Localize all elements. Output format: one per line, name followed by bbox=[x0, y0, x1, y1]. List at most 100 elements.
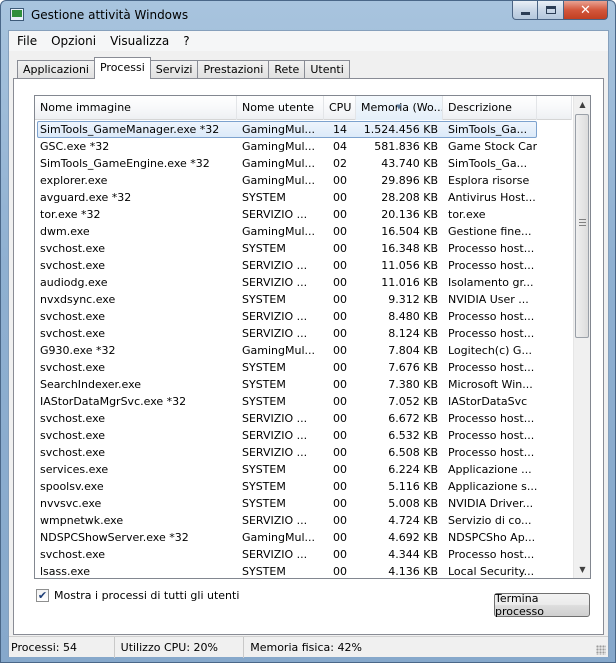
process-row[interactable]: NDSPCShowServer.exe *32 GamingMul... 00 4.6… bbox=[35, 529, 572, 546]
tab-users[interactable]: Utenti bbox=[304, 60, 350, 79]
process-user-cell: GamingMul... bbox=[242, 344, 315, 357]
process-memory-cell: 6.224 KB bbox=[388, 463, 438, 476]
process-cpu-cell: 00 bbox=[333, 276, 347, 289]
process-name-cell: SearchIndexer.exe bbox=[40, 378, 142, 391]
process-row[interactable]: IAStorDataMgrSvc.exe *32 SYSTEM 00 7.052 KB… bbox=[35, 393, 572, 410]
show-all-users-label: Mostra i processi di tutti gli utenti bbox=[54, 589, 240, 602]
column-header-user-name[interactable]: Nome utente bbox=[237, 96, 324, 120]
menu-view[interactable]: Visualizza bbox=[104, 31, 175, 51]
checkmark-icon: ✔ bbox=[37, 589, 48, 602]
process-description-cell: Logitech(c) G... bbox=[448, 344, 532, 357]
process-row[interactable]: svchost.exe SERVIZIO ... 00 8.480 KB Process… bbox=[35, 308, 572, 325]
process-user-cell: SERVIZIO ... bbox=[242, 259, 308, 272]
process-description-cell: Applicazione ... bbox=[448, 463, 532, 476]
end-process-button[interactable]: Termina processo bbox=[494, 592, 590, 618]
process-row[interactable]: audiodg.exe SERVIZIO ... 00 11.016 KB Isolam… bbox=[35, 274, 572, 291]
scroll-down-button[interactable]: ▼ bbox=[574, 561, 590, 578]
minimize-button[interactable] bbox=[512, 1, 538, 20]
arrow-down-icon: ▼ bbox=[579, 565, 586, 574]
process-name-cell: nvvsvc.exe bbox=[40, 497, 102, 510]
show-all-users-option[interactable]: ✔ Mostra i processi di tutti gli utenti bbox=[36, 589, 239, 602]
process-user-cell: SYSTEM bbox=[242, 242, 286, 255]
process-name-cell: G930.exe *32 bbox=[40, 344, 116, 357]
process-memory-cell: 7.380 KB bbox=[388, 378, 438, 391]
process-user-cell: SYSTEM bbox=[242, 497, 286, 510]
menu-options[interactable]: Opzioni bbox=[45, 31, 102, 51]
column-header-image-name[interactable]: Nome immagine bbox=[35, 96, 237, 120]
process-description-cell: NVIDIA Driver... bbox=[448, 497, 534, 510]
process-row[interactable]: tor.exe *32 SERVIZIO ... 00 20.136 KB tor.ex… bbox=[35, 206, 572, 223]
process-memory-cell: 11.056 KB bbox=[381, 259, 438, 272]
process-row[interactable]: dwm.exe GamingMul... 00 16.504 KB Gestione f… bbox=[35, 223, 572, 240]
process-cpu-cell: 00 bbox=[333, 497, 347, 510]
process-user-cell: SERVIZIO ... bbox=[242, 276, 308, 289]
process-description-cell: Processo host... bbox=[448, 412, 535, 425]
resize-grip[interactable] bbox=[596, 645, 606, 655]
process-description-cell: Gestione fine... bbox=[448, 225, 532, 238]
tab-processes[interactable]: Processi bbox=[93, 57, 151, 79]
show-all-users-checkbox[interactable]: ✔ bbox=[36, 589, 49, 602]
process-row[interactable]: svchost.exe SERVIZIO ... 00 6.672 KB Process… bbox=[35, 410, 572, 427]
process-row[interactable]: explorer.exe GamingMul... 00 29.896 KB Esplo… bbox=[35, 172, 572, 189]
process-name-cell: NDSPCShowServer.exe *32 bbox=[40, 531, 189, 544]
process-cpu-cell: 00 bbox=[333, 429, 347, 442]
column-header-memory[interactable]: ▼ Memoria (Wo... bbox=[356, 96, 443, 120]
status-bar: Processi: 54 Utilizzo CPU: 20% Memoria f… bbox=[9, 636, 608, 658]
process-row[interactable]: svchost.exe SYSTEM 00 16.348 KB Processo hos… bbox=[35, 240, 572, 257]
tab-applications[interactable]: Applicazioni bbox=[17, 60, 95, 79]
close-button[interactable]: ✕ bbox=[564, 1, 608, 20]
process-row[interactable]: G930.exe *32 GamingMul... 00 7.804 KB Logite… bbox=[35, 342, 572, 359]
process-row[interactable]: nvxdsync.exe SYSTEM 00 9.312 KB NVIDIA User … bbox=[35, 291, 572, 308]
process-user-cell: SYSTEM bbox=[242, 463, 286, 476]
scroll-up-button[interactable]: ▲ bbox=[574, 96, 590, 113]
menu-help[interactable]: ? bbox=[177, 31, 195, 51]
process-list[interactable]: Nome immagine Nome utente CPU ▼ Memoria … bbox=[34, 95, 591, 579]
process-name-cell: SimTools_GameManager.exe *32 bbox=[40, 123, 220, 136]
process-name-cell: dwm.exe bbox=[40, 225, 90, 238]
process-memory-cell: 5.116 KB bbox=[388, 480, 438, 493]
process-description-cell: Processo host... bbox=[448, 242, 535, 255]
process-memory-cell: 4.692 KB bbox=[388, 531, 438, 544]
process-description-cell: SimTools_Ga... bbox=[448, 123, 528, 136]
process-row[interactable]: SimTools_GameEngine.exe *32 GamingMul... 0… bbox=[35, 155, 572, 172]
tab-performance[interactable]: Prestazioni bbox=[197, 60, 270, 79]
process-user-cell: SERVIZIO ... bbox=[242, 514, 308, 527]
column-header-cpu[interactable]: CPU bbox=[324, 96, 356, 120]
process-row[interactable]: services.exe SYSTEM 00 6.224 KB Applicazione… bbox=[35, 461, 572, 478]
process-row[interactable]: svchost.exe SERVIZIO ... 00 6.532 KB Process… bbox=[35, 427, 572, 444]
process-memory-cell: 7.804 KB bbox=[388, 344, 438, 357]
process-row[interactable]: SearchIndexer.exe SYSTEM 00 7.380 KB Microso… bbox=[35, 376, 572, 393]
process-cpu-cell: 00 bbox=[333, 395, 347, 408]
process-row[interactable]: svchost.exe SERVIZIO ... 00 4.344 KB Process… bbox=[35, 546, 572, 563]
task-manager-app-icon[interactable] bbox=[10, 8, 24, 21]
window-title: Gestione attività Windows bbox=[31, 8, 189, 22]
process-name-cell: svchost.exe bbox=[40, 548, 106, 561]
process-user-cell: GamingMul... bbox=[242, 157, 315, 170]
scroll-thumb[interactable] bbox=[575, 114, 589, 338]
process-row[interactable]: GSC.exe *32 GamingMul... 04 581.836 KB Game … bbox=[35, 138, 572, 155]
process-row[interactable]: svchost.exe SERVIZIO ... 00 6.508 KB Process… bbox=[35, 444, 572, 461]
process-row[interactable]: nvvsvc.exe SYSTEM 00 5.008 KB NVIDIA Driver.… bbox=[35, 495, 572, 512]
column-header-description[interactable]: Descrizione bbox=[443, 96, 537, 120]
process-description-cell: NDSPCSho Ap... bbox=[448, 531, 536, 544]
process-row[interactable]: wmpnetwk.exe SERVIZIO ... 00 4.724 KB Serviz… bbox=[35, 512, 572, 529]
tab-network[interactable]: Rete bbox=[268, 60, 306, 79]
process-description-cell: Processo host... bbox=[448, 446, 535, 459]
process-row[interactable]: lsass.exe SYSTEM 00 4.136 KB Local Security.… bbox=[35, 563, 572, 578]
menu-file[interactable]: File bbox=[11, 31, 43, 51]
process-user-cell: GamingMul... bbox=[242, 123, 315, 136]
process-row[interactable]: svchost.exe SERVIZIO ... 00 8.124 KB Process… bbox=[35, 325, 572, 342]
tab-services[interactable]: Servizi bbox=[149, 60, 199, 79]
process-cpu-cell: 00 bbox=[333, 361, 347, 374]
process-row[interactable]: avguard.exe *32 SYSTEM 00 28.208 KB Antiviru… bbox=[35, 189, 572, 206]
process-name-cell: svchost.exe bbox=[40, 327, 106, 340]
maximize-icon bbox=[545, 6, 556, 14]
vertical-scrollbar[interactable]: ▲ ▼ bbox=[573, 96, 590, 578]
minimize-icon bbox=[520, 12, 530, 15]
maximize-button[interactable] bbox=[538, 1, 564, 20]
process-row[interactable]: svchost.exe SERVIZIO ... 00 11.056 KB Proces… bbox=[35, 257, 572, 274]
process-row[interactable]: spoolsv.exe SYSTEM 00 5.116 KB Applicazione … bbox=[35, 478, 572, 495]
title-bar[interactable]: Gestione attività Windows ✕ bbox=[1, 1, 615, 31]
process-row[interactable]: svchost.exe SYSTEM 00 7.676 KB Processo host… bbox=[35, 359, 572, 376]
process-row[interactable]: SimTools_GameManager.exe *32 GamingMul...… bbox=[35, 121, 572, 138]
